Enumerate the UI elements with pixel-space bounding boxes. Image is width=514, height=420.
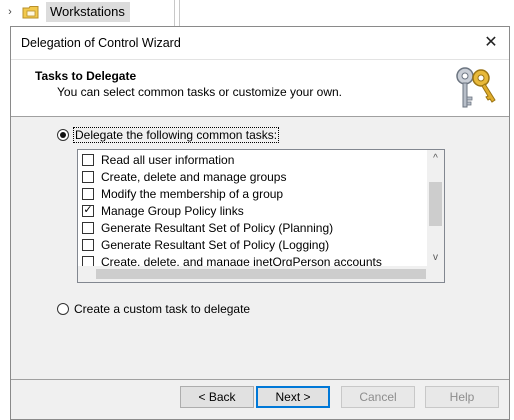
- radio-common-tasks[interactable]: [57, 129, 69, 141]
- task-list-item[interactable]: ✓ Manage Group Policy links: [82, 202, 244, 219]
- cancel-button[interactable]: Cancel: [341, 386, 415, 408]
- radio-custom-task-label: Create a custom task to delegate: [74, 302, 251, 316]
- scroll-up-icon[interactable]: ^: [427, 150, 444, 167]
- delegate-common-tasks-option[interactable]: Delegate the following common tasks:: [57, 127, 280, 143]
- wizard-header: Tasks to Delegate You can select common …: [11, 60, 509, 117]
- scroll-thumb[interactable]: [96, 269, 426, 279]
- common-tasks-list[interactable]: Create, delete, and manage inetOrgPerson…: [77, 149, 445, 283]
- folder-icon: [22, 6, 39, 19]
- tree-item-label: Workstations: [46, 2, 130, 22]
- task-list-item[interactable]: Modify the membership of a group: [82, 185, 283, 202]
- checkbox[interactable]: [82, 187, 94, 200]
- task-label: Create, delete and manage groups: [101, 169, 287, 184]
- dialog-titlebar[interactable]: Delegation of Control Wizard ✕: [11, 27, 509, 60]
- task-label: Generate Resultant Set of Policy (Planni…: [101, 220, 334, 235]
- help-button[interactable]: Help: [425, 386, 499, 408]
- next-button[interactable]: Next >: [256, 386, 330, 408]
- create-custom-task-option[interactable]: Create a custom task to delegate: [57, 302, 250, 316]
- scrollbar-corner: [427, 266, 444, 282]
- page-subtitle: You can select common tasks or customize…: [57, 85, 343, 99]
- button-separator: [11, 379, 509, 380]
- vertical-scrollbar[interactable]: ^ v: [427, 150, 444, 266]
- task-label: Modify the membership of a group: [101, 186, 284, 201]
- page-title: Tasks to Delegate: [35, 69, 137, 83]
- horizontal-scrollbar[interactable]: [78, 266, 444, 282]
- scroll-down-icon[interactable]: v: [427, 249, 444, 266]
- task-label: Generate Resultant Set of Policy (Loggin…: [101, 237, 330, 252]
- pane-divider: [179, 0, 180, 26]
- delegation-wizard-dialog: Delegation of Control Wizard ✕ Tasks to …: [10, 26, 510, 420]
- checkbox[interactable]: [82, 221, 94, 234]
- task-list-item[interactable]: Read all user information: [82, 151, 234, 168]
- checkbox-checked[interactable]: ✓: [82, 204, 94, 217]
- checkbox[interactable]: [82, 238, 94, 251]
- task-list-item[interactable]: Generate Resultant Set of Policy (Loggin…: [82, 236, 329, 253]
- task-list-item[interactable]: Create, delete and manage groups: [82, 168, 286, 185]
- chevron-right-icon[interactable]: ›: [4, 6, 16, 18]
- radio-custom-task[interactable]: [57, 303, 69, 315]
- task-label: Manage Group Policy links: [101, 203, 244, 218]
- radio-common-tasks-label: Delegate the following common tasks:: [72, 127, 280, 143]
- close-icon[interactable]: ✕: [481, 33, 501, 53]
- task-label: Read all user information: [101, 152, 235, 167]
- background-tree-panel: › Workstations: [0, 0, 514, 26]
- tree-item-workstations[interactable]: › Workstations: [4, 2, 130, 22]
- back-button[interactable]: < Back: [180, 386, 254, 408]
- keys-icon: [456, 67, 496, 108]
- dialog-title: Delegation of Control Wizard: [21, 36, 181, 50]
- checkbox[interactable]: [82, 153, 94, 166]
- scroll-thumb[interactable]: [429, 182, 442, 226]
- pane-divider: [174, 0, 175, 26]
- checkbox[interactable]: [82, 170, 94, 183]
- task-list-item[interactable]: Generate Resultant Set of Policy (Planni…: [82, 219, 333, 236]
